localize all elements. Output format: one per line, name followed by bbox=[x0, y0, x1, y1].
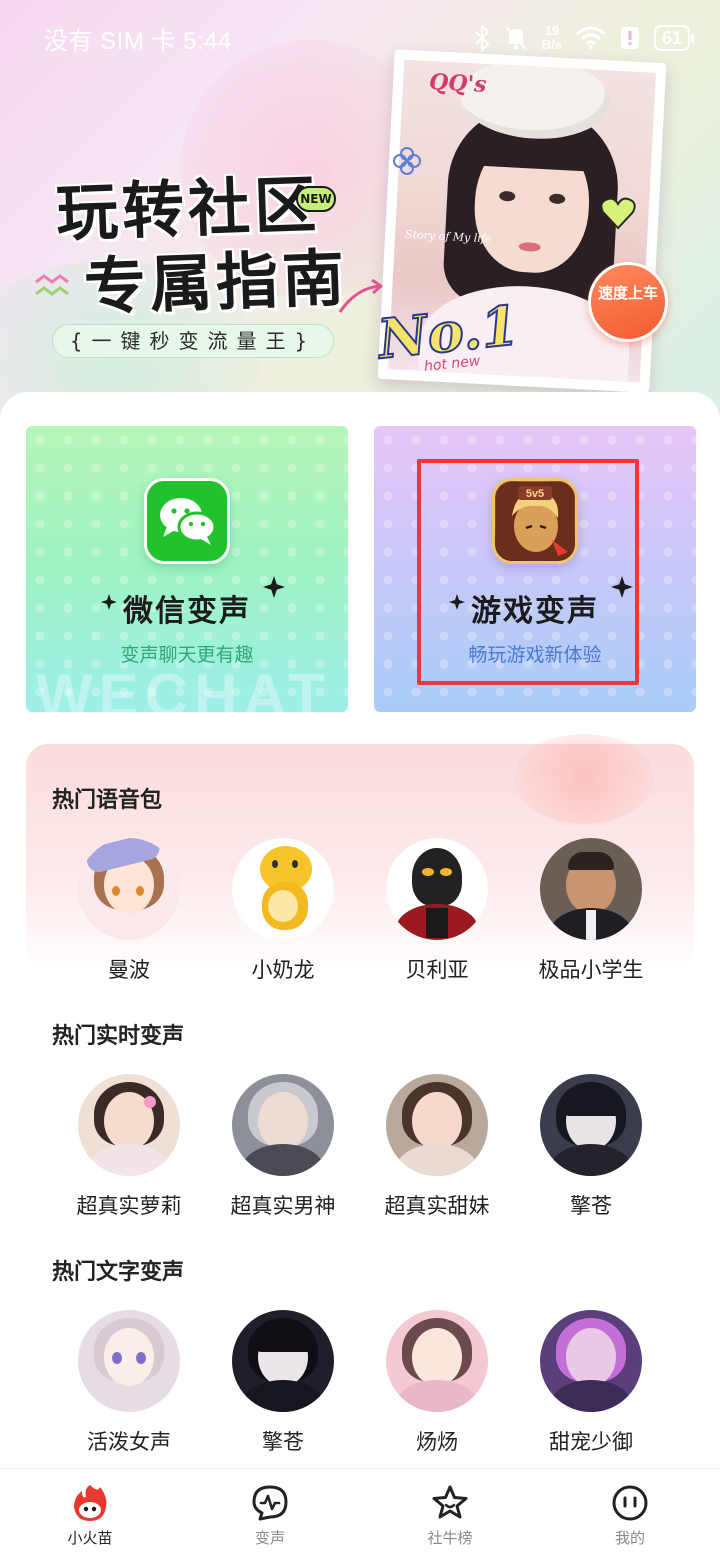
avatar bbox=[78, 838, 180, 940]
card-watermark: WECHAT bbox=[36, 662, 331, 712]
realtime-voice-item[interactable]: 超真实甜妹 bbox=[357, 1074, 517, 1220]
realtime-voice-item[interactable]: 超真实萝莉 bbox=[49, 1074, 209, 1220]
avatar bbox=[540, 1310, 642, 1412]
voice-pack-name: 贝利亚 bbox=[405, 958, 469, 982]
bottom-tab-bar: 小火苗 变声 社牛榜 我的 bbox=[0, 1468, 720, 1560]
tab-ranking[interactable]: 社牛榜 bbox=[360, 1469, 540, 1560]
hot-realtime-title: 热门实时变声 bbox=[52, 1024, 185, 1049]
profile-face-icon bbox=[612, 1485, 648, 1521]
realtime-voice-name: 超真实萝莉 bbox=[76, 1194, 182, 1218]
star-icon bbox=[432, 1485, 468, 1519]
text-voice-row: 活泼女声 擎苍 炀炀 甜宠少御 bbox=[0, 1310, 720, 1480]
wechat-voice-title: 微信变声 bbox=[101, 576, 285, 630]
status-bar: 没有 SIM 卡 5:44 ​ 19 B/s bbox=[0, 0, 720, 76]
wechat-icon bbox=[144, 478, 230, 564]
realtime-voice-item[interactable]: 超真实男神 bbox=[203, 1074, 363, 1220]
highlight-box bbox=[417, 459, 639, 685]
heart-sticker-icon bbox=[600, 197, 636, 230]
avatar bbox=[232, 1074, 334, 1176]
text-voice-name: 甜宠少御 bbox=[549, 1430, 633, 1454]
cta-button[interactable]: 速度上车 bbox=[588, 262, 668, 342]
voice-pack-item[interactable]: 小奶龙 bbox=[203, 838, 363, 984]
text-voice-item[interactable]: 活泼女声 bbox=[49, 1310, 209, 1456]
tab-flame[interactable]: 小火苗 bbox=[0, 1469, 180, 1560]
avatar bbox=[232, 1310, 334, 1412]
text-voice-name: 炀炀 bbox=[416, 1430, 458, 1454]
battery-indicator: 61 bbox=[653, 25, 695, 51]
voice-pack-name: 小奶龙 bbox=[251, 958, 315, 982]
new-badge: NEW bbox=[296, 186, 336, 212]
avatar bbox=[540, 838, 642, 940]
avatar bbox=[232, 838, 334, 940]
avatar bbox=[78, 1074, 180, 1176]
voice-pack-item[interactable]: 贝利亚 bbox=[357, 838, 517, 984]
banner-subtitle: {一键秒变流量王} bbox=[52, 324, 334, 358]
hot-voice-packs-title: 热门语音包 bbox=[52, 788, 163, 813]
tab-mine[interactable]: 我的 bbox=[540, 1469, 720, 1560]
voice-pack-item[interactable]: 极品小学生 bbox=[511, 838, 671, 984]
wifi-icon bbox=[575, 26, 606, 49]
realtime-voice-item[interactable]: 擎苍 bbox=[511, 1074, 671, 1220]
tab-label: 变声 bbox=[254, 1529, 285, 1547]
realtime-voice-name: 超真实男神 bbox=[230, 1194, 336, 1218]
main-content: WECHAT 微信变声 变声聊天更有趣 5v5 游戏变声 畅玩游戏新体验 热门语… bbox=[0, 392, 720, 1472]
carrier-time: 没有 SIM 卡 5:44 bbox=[44, 27, 232, 55]
text-voice-item[interactable]: 炀炀 bbox=[357, 1310, 517, 1456]
realtime-row: 超真实萝莉 超真实男神 超真实甜妹 擎苍 bbox=[0, 1074, 720, 1244]
avatar bbox=[386, 838, 488, 940]
mute-bell-icon bbox=[505, 27, 527, 50]
text-voice-name: 擎苍 bbox=[262, 1430, 304, 1454]
bluetooth-icon bbox=[474, 25, 489, 51]
hero-banner[interactable]: 没有 SIM 卡 5:44 ​ 19 B/s bbox=[0, 0, 720, 430]
wechat-voice-subtitle: 变声聊天更有趣 bbox=[120, 644, 254, 666]
voice-pack-item[interactable]: 曼波 bbox=[49, 838, 209, 984]
alert-icon bbox=[620, 27, 639, 49]
voice-pack-name: 极品小学生 bbox=[538, 958, 644, 982]
text-voice-name: 活泼女声 bbox=[87, 1430, 171, 1454]
flower-sticker-icon bbox=[393, 147, 421, 175]
network-speed: 19 B/s bbox=[541, 23, 562, 52]
tab-label: 小火苗 bbox=[67, 1529, 113, 1547]
wechat-voice-card[interactable]: WECHAT 微信变声 变声聊天更有趣 bbox=[26, 426, 348, 712]
text-voice-item[interactable]: 擎苍 bbox=[203, 1310, 363, 1456]
avatar bbox=[78, 1310, 180, 1412]
avatar bbox=[540, 1074, 642, 1176]
realtime-voice-name: 擎苍 bbox=[570, 1194, 612, 1218]
avatar bbox=[386, 1310, 488, 1412]
tab-label: 社牛榜 bbox=[427, 1529, 473, 1547]
flame-icon bbox=[74, 1485, 107, 1521]
voice-pack-name: 曼波 bbox=[108, 958, 150, 982]
text-voice-item[interactable]: 甜宠少御 bbox=[511, 1310, 671, 1456]
sparkle-icon bbox=[263, 576, 285, 598]
voice-pack-row: 曼波 小奶龙 贝利亚 极品小学生 bbox=[0, 838, 720, 1008]
sparkle-icon bbox=[101, 594, 117, 610]
tab-voice-change[interactable]: 变声 bbox=[180, 1469, 360, 1560]
realtime-voice-name: 超真实甜妹 bbox=[384, 1194, 490, 1218]
hot-text-title: 热门文字变声 bbox=[52, 1260, 185, 1285]
avatar bbox=[386, 1074, 488, 1176]
tab-label: 我的 bbox=[614, 1529, 645, 1547]
voice-wave-icon bbox=[252, 1485, 288, 1521]
